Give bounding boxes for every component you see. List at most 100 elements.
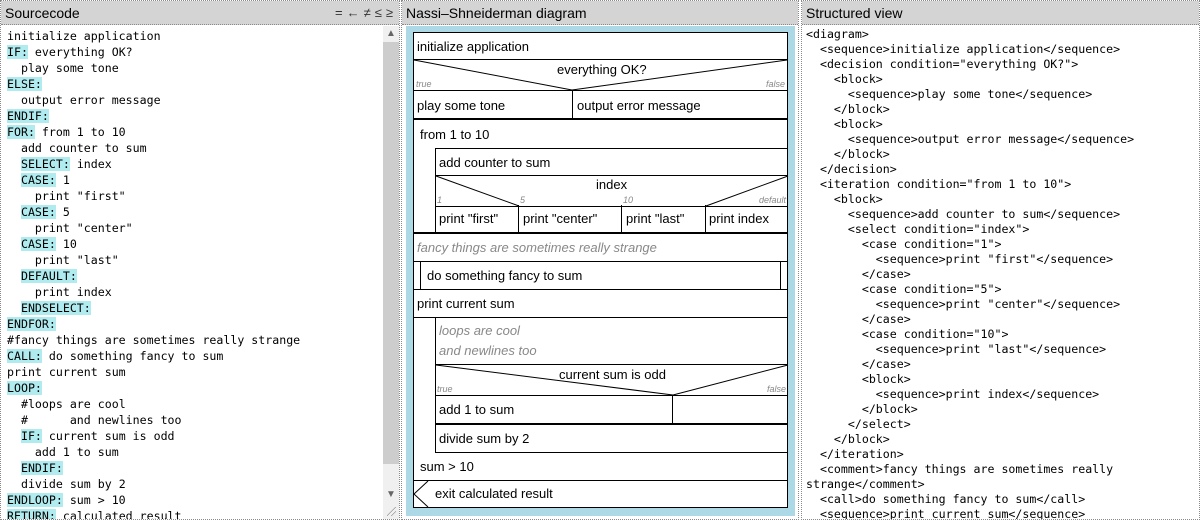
nsd-sequence-text: add 1 to sum: [439, 402, 515, 417]
structured-line: <sequence>print "first"</sequence>: [806, 252, 1114, 266]
source-line[interactable]: print current sum: [7, 364, 383, 380]
true-label: true: [437, 384, 453, 394]
structured-line: <case condition="10">: [806, 327, 1009, 341]
keyword: FOR:: [7, 125, 35, 139]
nsd-true-branch[interactable]: play some tone: [414, 91, 573, 120]
scroll-down-arrow-icon[interactable]: ▼: [383, 487, 399, 503]
nsd-canvas: initialize application everything OK? tr…: [406, 26, 795, 516]
source-line[interactable]: print index: [7, 284, 383, 300]
nsd-false-branch-empty[interactable]: [673, 396, 788, 425]
nsd-decision-header[interactable]: everything OK? true false: [413, 59, 788, 91]
insert-greater-equal-button[interactable]: ≥: [386, 5, 393, 20]
source-line[interactable]: # and newlines too: [7, 412, 383, 428]
insert-less-equal-button[interactable]: ≤: [375, 5, 382, 20]
source-line[interactable]: print "last": [7, 252, 383, 268]
structured-line: </block>: [806, 102, 890, 116]
source-line[interactable]: CASE: 1: [7, 172, 383, 188]
source-scrollbar[interactable]: ▲ ▼: [383, 26, 399, 519]
nsd-loop-comment[interactable]: loops are cool and newlines too: [436, 318, 788, 365]
source-line[interactable]: ENDLOOP: sum > 10: [7, 492, 383, 508]
source-line[interactable]: ENDSELECT:: [7, 300, 383, 316]
keyword: CALL:: [7, 349, 42, 363]
nsd-sequence-print-sum[interactable]: print current sum: [414, 290, 787, 318]
structured-line: </iteration>: [806, 447, 904, 461]
source-line[interactable]: ENDIF:: [7, 108, 383, 124]
source-line[interactable]: ENDFOR:: [7, 316, 383, 332]
nsd-case-10[interactable]: print "last": [622, 205, 706, 234]
nsd-comment-text: loops are cool: [439, 323, 520, 338]
structured-line: <sequence>add counter to sum</sequence>: [806, 207, 1121, 221]
insert-equals-button[interactable]: =: [335, 5, 343, 20]
nsd-return-text: exit calculated result: [435, 486, 553, 501]
nsd-for-header[interactable]: from 1 to 10: [414, 120, 787, 148]
insert-assign-button[interactable]: ←: [347, 5, 360, 20]
structured-line: </case>: [806, 312, 911, 326]
nsd-return[interactable]: exit calculated result: [413, 480, 787, 508]
code-text: initialize application: [7, 29, 161, 43]
decision-condition: current sum is odd: [559, 367, 666, 382]
source-line[interactable]: #loops are cool: [7, 396, 383, 412]
code-text: everything OK?: [27, 45, 133, 59]
scroll-up-arrow-icon[interactable]: ▲: [383, 26, 399, 42]
structured-line: <sequence>print "last"</sequence>: [806, 342, 1107, 356]
code-text: play some tone: [20, 61, 119, 75]
code-text: print "last": [34, 253, 119, 267]
source-line[interactable]: SELECT: index: [7, 156, 383, 172]
resize-grip-icon[interactable]: [383, 503, 399, 519]
code-text: divide sum by 2: [20, 477, 126, 491]
nsd-select-header[interactable]: index 1 5 10 default: [435, 175, 789, 207]
source-line[interactable]: ELSE:: [7, 76, 383, 92]
keyword: ENDSELECT:: [20, 301, 91, 315]
scroll-thumb[interactable]: [383, 42, 399, 464]
source-line[interactable]: CASE: 5: [7, 204, 383, 220]
source-line[interactable]: IF: current sum is odd: [7, 428, 383, 444]
nsd-comment[interactable]: fancy things are sometimes really strang…: [414, 234, 787, 262]
sourcecode-header: Sourcecode = ← ≠ ≤ ≥: [1, 1, 399, 25]
source-code-editor[interactable]: initialize application IF: everything OK?…: [1, 26, 383, 519]
source-line[interactable]: LOOP:: [7, 380, 383, 396]
nsd-false-branch[interactable]: output error message: [573, 91, 787, 120]
insert-not-equal-button[interactable]: ≠: [364, 5, 371, 20]
code-text: print "center": [34, 221, 133, 235]
source-line[interactable]: add 1 to sum: [7, 444, 383, 460]
nsd-case-default[interactable]: print index: [706, 205, 787, 234]
nsd-loop-footer[interactable]: sum > 10: [414, 453, 787, 481]
source-line[interactable]: output error message: [7, 92, 383, 108]
source-line[interactable]: RETURN: calculated result: [7, 508, 383, 519]
source-line[interactable]: play some tone: [7, 60, 383, 76]
source-line[interactable]: ENDIF:: [7, 460, 383, 476]
nsd-case-5[interactable]: print "center": [519, 205, 622, 234]
source-line[interactable]: IF: everything OK?: [7, 44, 383, 60]
source-line[interactable]: print "first": [7, 188, 383, 204]
structured-line: <case condition="1">: [806, 237, 1002, 251]
false-label: false: [765, 79, 785, 89]
source-line[interactable]: divide sum by 2: [7, 476, 383, 492]
select-condition: index: [596, 177, 628, 192]
source-line[interactable]: print "center": [7, 220, 383, 236]
nsd-call[interactable]: do something fancy to sum: [414, 262, 787, 290]
source-line[interactable]: FOR: from 1 to 10: [7, 124, 383, 140]
structured-line: <comment>fancy things are sometimes real…: [806, 462, 1114, 476]
source-line[interactable]: DEFAULT:: [7, 268, 383, 284]
structured-view-content[interactable]: <diagram> <sequence>initialize applicati…: [802, 26, 1199, 519]
source-line[interactable]: CASE: 10: [7, 236, 383, 252]
source-line[interactable]: CALL: do something fancy to sum: [7, 348, 383, 364]
nsd-case-1[interactable]: print "first": [435, 205, 519, 234]
source-line[interactable]: initialize application: [7, 28, 383, 44]
nsd-sequence-init[interactable]: initialize application: [414, 33, 787, 60]
case-label: 5: [520, 195, 526, 205]
source-line[interactable]: add counter to sum: [7, 140, 383, 156]
nsd-decision2-header[interactable]: current sum is odd true false: [435, 364, 789, 396]
nsd-sequence-divide[interactable]: divide sum by 2: [436, 425, 788, 453]
nsd-sequence-add-counter[interactable]: add counter to sum: [436, 149, 788, 176]
structured-line: <select condition="index">: [806, 222, 1030, 236]
source-line[interactable]: #fancy things are sometimes really stran…: [7, 332, 383, 348]
nsd-true-branch[interactable]: add 1 to sum: [436, 396, 673, 425]
